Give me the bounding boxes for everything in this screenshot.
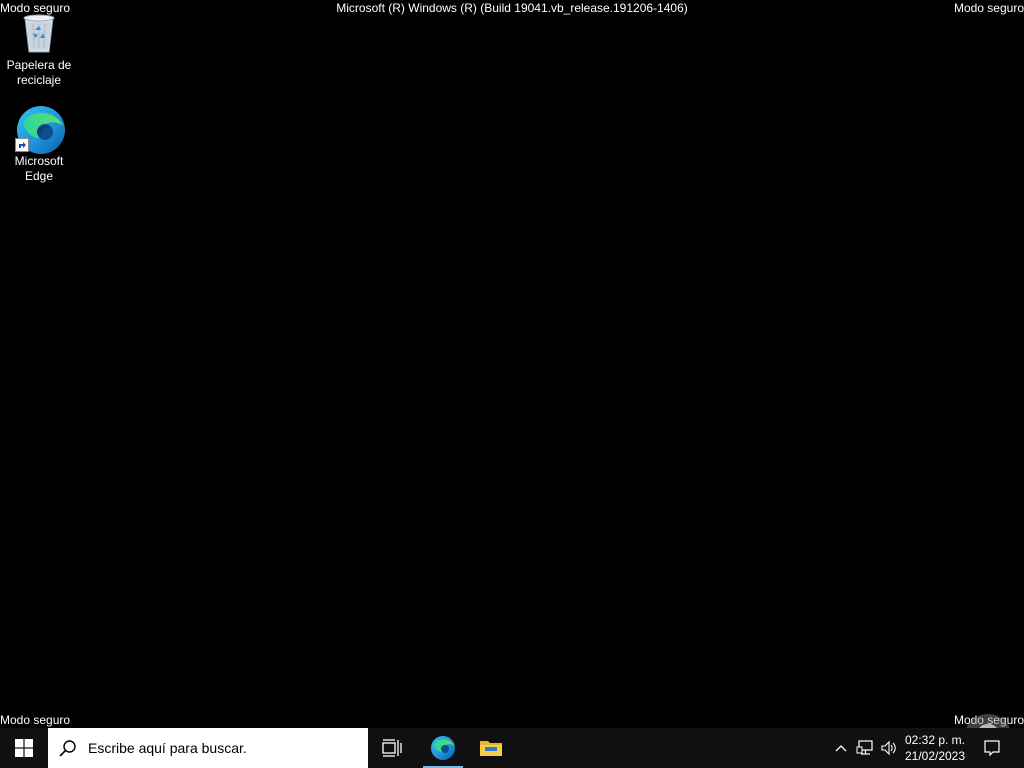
clock-time: 02:32 p. m. [904,733,966,747]
shortcut-arrow-icon [15,138,29,152]
show-hidden-icons-button[interactable] [829,728,853,768]
folder-icon [480,741,502,756]
desktop-icon-edge[interactable]: Microsoft Edge [1,104,77,184]
taskbar-search-box[interactable]: Escribe aquí para buscar. [48,728,368,768]
desktop-icon-label: Microsoft Edge [14,154,64,183]
search-placeholder: Escribe aquí para buscar. [88,740,247,756]
task-view-icon [382,739,402,757]
safe-mode-label-top-right: Modo seguro [953,1,1024,15]
desktop-icon-recycle-bin[interactable]: Papelera de reciclaje [1,8,77,88]
start-button[interactable] [0,728,48,768]
action-center-button[interactable] [976,728,1008,768]
safe-mode-label-bottom-left: Modo seguro [0,713,71,727]
taskbar: Escribe aquí para buscar. 02:32 p. m. 21… [0,728,1024,768]
speaker-icon [881,740,896,756]
build-info-label: Microsoft (R) Windows (R) (Build 19041.v… [336,1,688,15]
recycle-bin-icon [15,8,63,56]
edge-icon [431,736,455,760]
notification-icon [984,740,1000,757]
taskbar-clock[interactable]: 02:32 p. m. 21/02/2023 [902,728,968,768]
edge-icon [15,104,65,154]
search-icon [48,728,88,768]
chevron-up-icon [835,745,847,752]
task-view-button[interactable] [372,728,412,768]
taskbar-file-explorer-button[interactable] [471,728,511,768]
volume-button[interactable] [877,728,901,768]
clock-date: 21/02/2023 [904,749,966,763]
windows-logo-icon [15,739,33,757]
network-icon [856,740,873,755]
taskbar-edge-button[interactable] [423,728,463,768]
desktop-icon-label: Papelera de reciclaje [6,58,72,87]
desktop[interactable]: Modo seguro Microsoft (R) Windows (R) (B… [0,0,1024,728]
network-button[interactable] [853,728,877,768]
